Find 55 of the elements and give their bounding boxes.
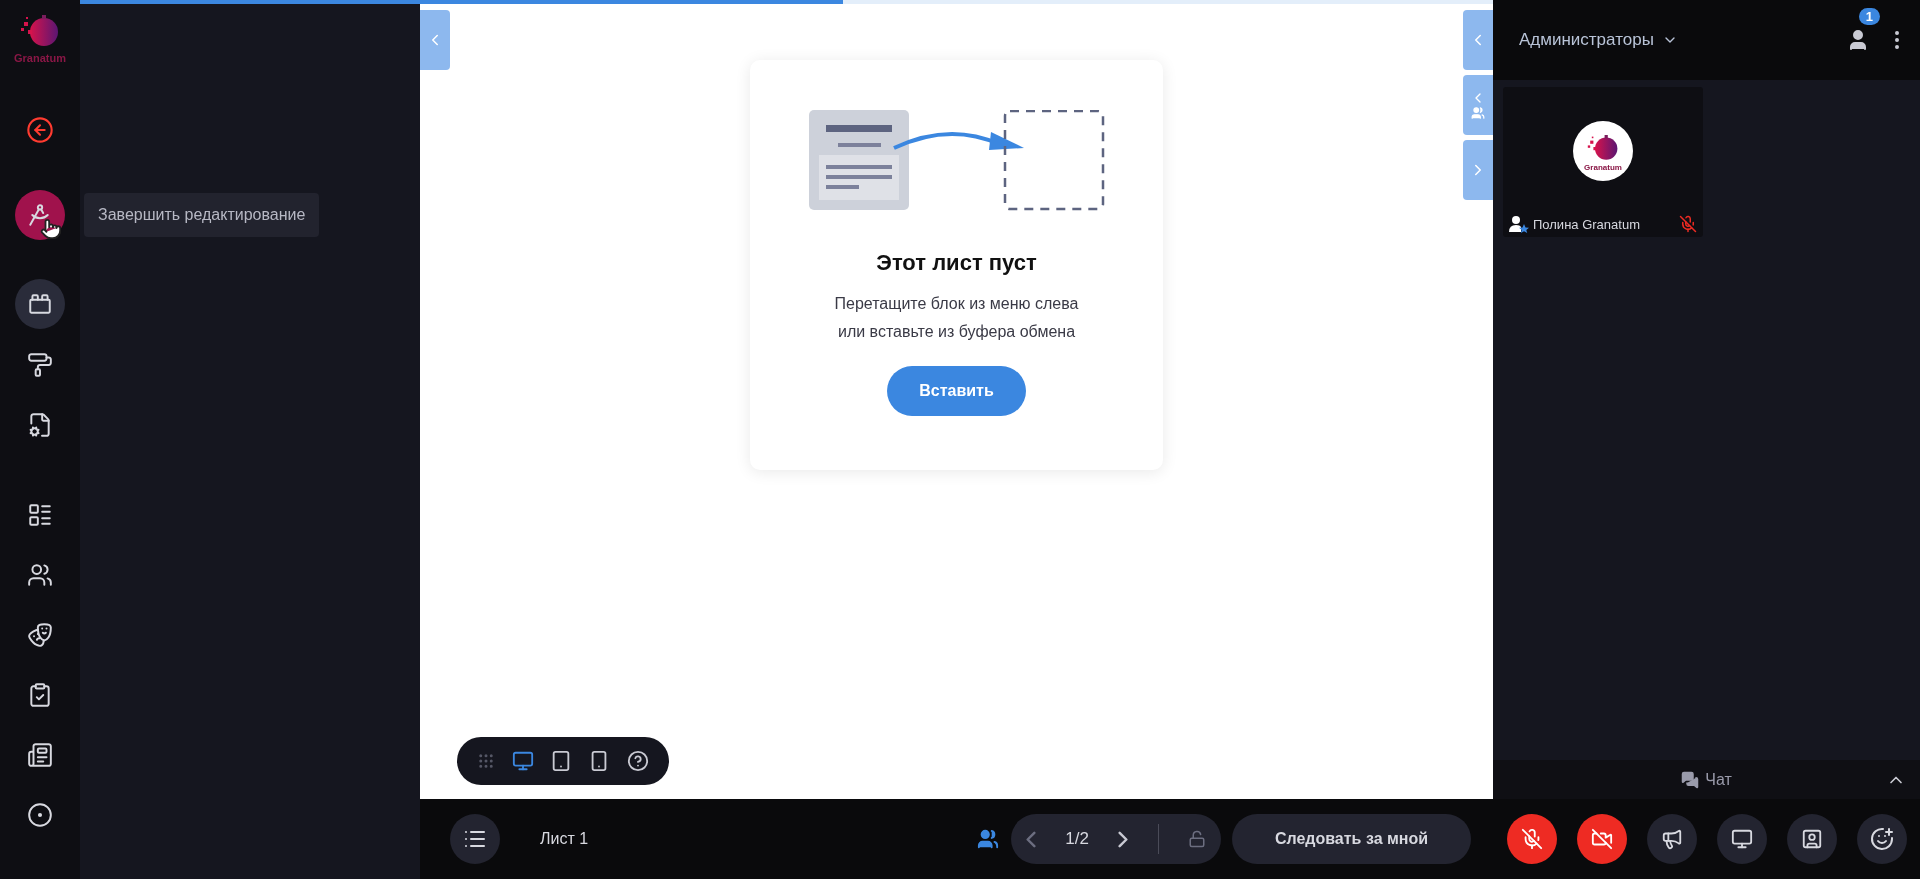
lock-icon bbox=[1188, 830, 1207, 848]
users-icon bbox=[977, 828, 999, 850]
chat-icon bbox=[1681, 770, 1700, 789]
camera-button[interactable] bbox=[1577, 814, 1627, 864]
count-badge: 1 bbox=[1858, 8, 1880, 25]
sheets-list-button[interactable] bbox=[450, 814, 500, 864]
rail-button[interactable] bbox=[15, 279, 65, 329]
list-panel-icon bbox=[27, 502, 53, 528]
users-icon bbox=[1471, 106, 1485, 120]
reaction-button[interactable] bbox=[1857, 814, 1907, 864]
smile-plus-icon bbox=[1870, 827, 1894, 851]
paste-button[interactable]: Вставить bbox=[887, 366, 1026, 416]
user-square-icon bbox=[1801, 828, 1823, 850]
finish-editing-button[interactable] bbox=[15, 190, 65, 240]
help-button[interactable] bbox=[626, 750, 649, 772]
mask-icon bbox=[27, 622, 53, 648]
mic-off-icon bbox=[1521, 828, 1543, 850]
previous-page-button[interactable] bbox=[1025, 830, 1036, 848]
chat-button[interactable]: Чат bbox=[1675, 769, 1738, 790]
file-gear-icon bbox=[27, 412, 53, 438]
users-icon bbox=[27, 562, 53, 588]
presenter-button[interactable] bbox=[1787, 814, 1837, 864]
more-icon bbox=[1894, 30, 1900, 50]
clipboard-check-icon bbox=[27, 682, 53, 708]
record-icon bbox=[27, 802, 53, 828]
empty-sheet-title: Этот лист пуст bbox=[876, 250, 1037, 276]
more-button[interactable] bbox=[1894, 30, 1900, 50]
lock-button[interactable] bbox=[1188, 830, 1207, 848]
tooltip: Завершить редактирование bbox=[84, 193, 320, 237]
sheet-name: Лист 1 bbox=[540, 830, 590, 848]
empty-sheet-hint: Перетащите блок из меню слева или вставьте из буфера обмена bbox=[834, 294, 1079, 342]
follow-me-button[interactable]: Следовать за мной bbox=[1232, 814, 1471, 864]
hand-cursor-icon bbox=[40, 218, 62, 240]
participant-name: Полина Granatum bbox=[1533, 216, 1641, 232]
chevron-left-icon bbox=[1025, 830, 1036, 848]
help-icon bbox=[626, 750, 649, 772]
paint-roller-icon bbox=[27, 352, 53, 378]
document-icon bbox=[27, 742, 53, 768]
monitor-icon bbox=[1731, 828, 1753, 850]
camera-off-icon bbox=[1591, 828, 1613, 850]
page-number: 1/2 bbox=[1065, 829, 1089, 849]
chevron-right-icon bbox=[1118, 830, 1129, 848]
monitor-icon bbox=[511, 750, 534, 772]
avatar-logo-text: Granatum bbox=[1584, 162, 1622, 172]
screen-share-button[interactable] bbox=[1717, 814, 1767, 864]
drag-handle-icon[interactable] bbox=[477, 752, 496, 770]
next-page-button[interactable] bbox=[1118, 830, 1129, 848]
announce-button[interactable] bbox=[1647, 814, 1697, 864]
view-mode-button[interactable] bbox=[511, 750, 534, 772]
admin-user-icon bbox=[1509, 215, 1529, 233]
megaphone-icon bbox=[1661, 828, 1683, 850]
microphone-button[interactable] bbox=[1507, 814, 1557, 864]
brick-icon bbox=[27, 291, 53, 317]
group-dropdown[interactable]: Администраторы bbox=[1519, 30, 1678, 50]
logo-text: Granatum bbox=[14, 52, 66, 64]
